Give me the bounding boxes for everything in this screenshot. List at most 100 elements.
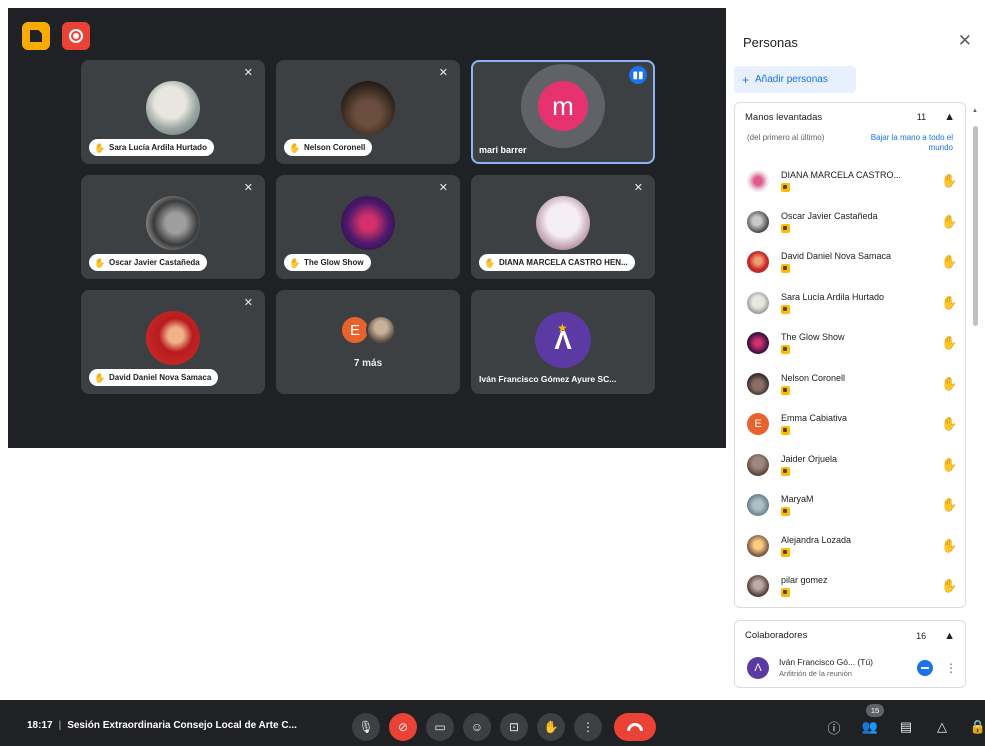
more-participants-tile[interactable]: E 7 más (276, 290, 460, 394)
person-name: Jaider Orjuela (781, 453, 838, 464)
avatar (747, 453, 769, 476)
raised-hand-icon: ✋ (94, 372, 106, 383)
lower-hand-icon[interactable]: ✋ (941, 214, 957, 230)
hand-badge-icon (781, 345, 790, 355)
raised-hands-header[interactable]: Manos levantadas 11 ▲ (735, 103, 965, 131)
list-item[interactable]: The Glow Show ✋ (735, 323, 965, 364)
mic-icon[interactable]: 🎙 (352, 713, 380, 741)
meeting-title: Sesión Extraordinaria Consejo Local de A… (67, 720, 297, 731)
recording-icon[interactable] (62, 22, 90, 50)
lower-all-hands-link[interactable]: Bajar la mano a todo el mundo (853, 133, 953, 153)
mic-off-icon: ✕ (438, 182, 448, 194)
captions-icon[interactable]: ▭ (426, 713, 454, 741)
lower-hand-icon[interactable]: ✋ (941, 416, 957, 432)
participant-tile[interactable]: ✕ ✋ The Glow Show (276, 175, 460, 279)
scroll-up-icon[interactable]: ▲ (972, 108, 978, 114)
lower-hand-icon[interactable]: ✋ (941, 538, 957, 554)
more-options-icon[interactable]: ⋮ (945, 661, 957, 675)
add-person-icon: + (742, 72, 750, 87)
side-controls: ⓘ 15 👥 ▤ △ 🔒 (820, 704, 985, 741)
close-icon[interactable]: ✕ (958, 32, 972, 49)
scrollbar-thumb[interactable] (973, 126, 978, 326)
participant-name: Iván Francisco Gómez Ayure SC... (479, 374, 617, 384)
camera-off-icon[interactable]: ⊘ (389, 713, 417, 741)
clock: 18:17 (27, 720, 53, 731)
participant-tile[interactable]: ✕ ✋ Nelson Coronell (276, 60, 460, 164)
meet-window: ✕ ✋ Sara Lucía Ardila Hurtado ✕ ✋ Nelson… (0, 0, 985, 746)
avatar (747, 251, 769, 274)
hand-badge-icon (781, 547, 790, 557)
participant-tile[interactable]: ✕ ✋ DIANA MARCELA CASTRO HEN... (471, 175, 655, 279)
chat-icon[interactable]: ▤ (892, 713, 920, 741)
meeting-info: 18:17 | Sesión Extraordinaria Consejo Loca… (27, 720, 297, 731)
raised-hand-icon: ✋ (484, 257, 496, 268)
add-people-label: Añadir personas (755, 74, 828, 85)
avatar: Λ (747, 656, 769, 679)
avatar-initial: E (747, 413, 769, 436)
participant-tile[interactable]: ✕ ✋ Sara Lucía Ardila Hurtado (81, 60, 265, 164)
list-item[interactable]: Jaider Orjuela ✋ (735, 445, 965, 486)
avatar: ★ Λ (535, 312, 591, 368)
people-list[interactable]: Manos levantadas 11 ▲ (del primero al úl… (734, 102, 966, 696)
lower-hand-icon[interactable]: ✋ (941, 173, 957, 189)
present-icon[interactable]: ⊡ (500, 713, 528, 741)
people-icon[interactable]: 15 👥 (856, 704, 884, 741)
person-name: Alejandra Lozada (781, 534, 852, 545)
raised-hand-icon: ✋ (289, 142, 301, 153)
more-options-icon[interactable]: ⋮ (574, 713, 602, 741)
avatar (747, 534, 769, 557)
list-item[interactable]: Sara Lucía Ardila Hurtado ✋ (735, 283, 965, 324)
lower-hand-icon[interactable]: ✋ (941, 457, 957, 473)
avatar-initial: m (538, 81, 588, 131)
info-icon[interactable]: ⓘ (820, 713, 848, 741)
list-item[interactable]: Oscar Javier Castañeda ✋ (735, 202, 965, 243)
scrollbar[interactable]: ▲ (972, 108, 978, 696)
mic-off-icon: ✕ (243, 297, 253, 309)
avatar (341, 196, 395, 250)
participant-name-pill: ✋ DIANA MARCELA CASTRO HEN... (479, 254, 635, 271)
lower-hand-icon[interactable]: ✋ (941, 254, 957, 270)
mute-all-icon[interactable] (917, 659, 933, 676)
notes-icon[interactable] (22, 22, 50, 50)
list-item[interactable]: Nelson Coronell ✋ (735, 364, 965, 405)
participant-name: mari barrer (479, 145, 527, 155)
participant-tile-active-speaker[interactable]: ▮▮ m mari barrer (471, 60, 655, 164)
chevron-up-icon[interactable]: ▲ (944, 111, 955, 123)
lower-hand-icon[interactable]: ✋ (941, 497, 957, 513)
raise-hand-icon[interactable]: ✋ (537, 713, 565, 741)
collaborators-header[interactable]: Colaboradores 16 ▲ (735, 621, 965, 651)
participant-name: Nelson Coronell (304, 143, 366, 152)
host-controls-icon[interactable]: 🔒 (964, 713, 985, 741)
participant-name: Sara Lucía Ardila Hurtado (109, 143, 207, 152)
participant-tile[interactable]: ✕ ✋ David Daniel Nova Samaca (81, 290, 265, 394)
call-controls: 🎙 ⊘ ▭ ☺ ⊡ ✋ ⋮ (352, 713, 665, 741)
list-item[interactable]: Alejandra Lozada ✋ (735, 526, 965, 567)
list-item[interactable]: David Daniel Nova Samaca ✋ (735, 242, 965, 283)
chevron-up-icon[interactable]: ▲ (944, 630, 955, 642)
participant-name-pill: ✋ Sara Lucía Ardila Hurtado (89, 139, 214, 156)
avatar (341, 81, 395, 135)
section-count: 11 (916, 112, 927, 122)
end-call-icon[interactable] (614, 713, 656, 741)
section-title: Colaboradores (745, 630, 808, 641)
lower-hand-icon[interactable]: ✋ (941, 376, 957, 392)
list-item[interactable]: Λ Iván Francisco Gó... (Tú) Anfitrión de… (735, 651, 965, 687)
more-avatars: E (340, 315, 396, 345)
activities-icon[interactable]: △ (928, 713, 956, 741)
lower-hand-icon[interactable]: ✋ (941, 335, 957, 351)
list-item[interactable]: DIANA MARCELA CASTRO... ✋ (735, 161, 965, 202)
participant-tile[interactable]: ✕ ✋ Oscar Javier Castañeda (81, 175, 265, 279)
add-people-button[interactable]: + Añadir personas (734, 66, 856, 93)
participant-tile[interactable]: ★ Λ Iván Francisco Gómez Ayure SC... (471, 290, 655, 394)
list-item[interactable]: E Emma Cabiativa ✋ (735, 404, 965, 445)
hand-badge-icon (781, 466, 790, 476)
list-item[interactable]: MaryaM ✋ (735, 485, 965, 526)
hand-badge-icon (781, 426, 790, 436)
lower-hand-icon[interactable]: ✋ (941, 295, 957, 311)
list-item[interactable]: pilar gomez ✋ (735, 566, 965, 607)
emoji-icon[interactable]: ☺ (463, 713, 491, 741)
lower-hand-icon[interactable]: ✋ (941, 578, 957, 594)
person-name: The Glow Show (781, 332, 845, 343)
hand-badge-icon (781, 223, 790, 233)
avatar (146, 81, 200, 135)
